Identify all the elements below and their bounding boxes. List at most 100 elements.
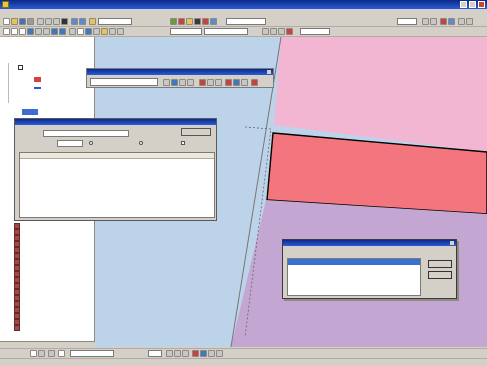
pan-icon[interactable]	[458, 18, 465, 25]
new-icon[interactable]	[3, 18, 10, 25]
select-features-icon[interactable]	[69, 28, 76, 35]
georef-layer-combo[interactable]	[90, 78, 158, 86]
full-extent-icon[interactable]	[27, 28, 34, 35]
find-checkbox[interactable]	[181, 141, 185, 145]
rotate-tool-icon[interactable]	[179, 79, 186, 86]
delete-link-icon[interactable]	[225, 79, 232, 86]
line-color-icon[interactable]	[208, 350, 215, 357]
editor-combo[interactable]	[226, 18, 266, 25]
layer-combo[interactable]	[170, 28, 202, 35]
scale-tool-icon[interactable]	[187, 79, 194, 86]
editor-icon[interactable]	[170, 18, 177, 25]
command-icon[interactable]	[194, 18, 201, 25]
georef-pan-icon[interactable]	[171, 79, 178, 86]
measure-tool-icon[interactable]	[109, 28, 116, 35]
add-control-points-icon[interactable]	[199, 79, 206, 86]
layer-checkbox-icon[interactable]	[18, 65, 23, 70]
minimize-button[interactable]	[460, 1, 467, 8]
cut-icon[interactable]	[37, 18, 44, 25]
delete-icon[interactable]	[61, 18, 68, 25]
find-icon[interactable]	[93, 28, 100, 35]
fit-to-display-icon[interactable]	[163, 79, 170, 86]
print-icon[interactable]	[27, 18, 34, 25]
arctoolbox-icon[interactable]	[178, 18, 185, 25]
select-list[interactable]	[287, 258, 421, 296]
font-combo[interactable]	[70, 350, 114, 357]
cancel-button[interactable]	[428, 271, 452, 279]
small-combo-2[interactable]	[300, 28, 330, 35]
maximize-button[interactable]	[469, 1, 476, 8]
vertex-icon[interactable]	[278, 28, 285, 35]
find-now-button[interactable]	[181, 128, 211, 136]
target-combo[interactable]	[204, 28, 248, 35]
pan-hand-icon[interactable]	[19, 28, 26, 35]
add-data-icon[interactable]	[89, 18, 96, 25]
font-size-combo[interactable]	[148, 350, 162, 357]
identify-icon[interactable]	[85, 28, 92, 35]
view-link-table-icon[interactable]	[207, 79, 214, 86]
find-in-combo[interactable]	[57, 140, 83, 147]
zoom-out-icon[interactable]	[11, 28, 18, 35]
open-icon[interactable]	[11, 18, 18, 25]
zoom-in-icon[interactable]	[3, 28, 10, 35]
scale-combo[interactable]	[98, 18, 132, 25]
undo-icon[interactable]	[71, 18, 78, 25]
rotate-element-icon[interactable]	[38, 350, 45, 357]
forward-icon[interactable]	[59, 28, 66, 35]
paste-icon[interactable]	[53, 18, 60, 25]
zoom-to-link-icon[interactable]	[233, 79, 240, 86]
select-dialog-titlebar[interactable]	[283, 240, 456, 246]
hyperlink-icon[interactable]	[101, 28, 108, 35]
attributes-icon[interactable]	[270, 28, 277, 35]
select-link-icon[interactable]	[215, 79, 222, 86]
feature-symbol-icon	[34, 77, 41, 82]
toolbox-item[interactable]	[14, 325, 94, 331]
list-item[interactable]	[288, 265, 420, 271]
text-tool-icon[interactable]	[58, 350, 65, 357]
help-icon[interactable]	[210, 18, 217, 25]
bold-icon[interactable]	[166, 350, 173, 357]
results-header	[20, 153, 214, 159]
time-slider-icon[interactable]	[117, 28, 124, 35]
find-radio[interactable]	[139, 141, 143, 145]
standard-toolbar	[0, 17, 487, 27]
select-elements-icon[interactable]	[77, 28, 84, 35]
georef-toolbar-titlebar[interactable]	[87, 69, 273, 75]
fill-color-icon[interactable]	[200, 350, 207, 357]
sketch-icon[interactable]	[262, 28, 269, 35]
flip-icon[interactable]	[422, 18, 429, 25]
find-dialog-titlebar[interactable]	[15, 119, 216, 125]
model-icon[interactable]	[202, 18, 209, 25]
copy-icon[interactable]	[45, 18, 52, 25]
marker-color-icon[interactable]	[216, 350, 223, 357]
back-icon[interactable]	[51, 28, 58, 35]
ok-button[interactable]	[428, 260, 452, 268]
georef-link-icon[interactable]	[448, 18, 455, 25]
rotate-icon[interactable]	[430, 18, 437, 25]
layer-selected-highlight[interactable]	[22, 109, 38, 115]
georef-add-icon[interactable]	[440, 18, 447, 25]
close-icon[interactable]	[267, 70, 271, 74]
measure-icon[interactable]	[466, 18, 473, 25]
redo-icon[interactable]	[79, 18, 86, 25]
line-symbol-icon	[34, 87, 41, 89]
georef-options-icon[interactable]	[251, 79, 258, 86]
select-elements-tool-icon[interactable]	[30, 350, 37, 357]
fixed-zoom-in-icon[interactable]	[35, 28, 42, 35]
find-radio[interactable]	[89, 141, 93, 145]
font-color-icon[interactable]	[192, 350, 199, 357]
toolbox-icon	[14, 325, 20, 331]
save-icon[interactable]	[19, 18, 26, 25]
fixed-zoom-out-icon[interactable]	[43, 28, 50, 35]
table-row[interactable]	[20, 160, 214, 166]
small-combo[interactable]	[397, 18, 417, 25]
snap-icon[interactable]	[286, 28, 293, 35]
find-input[interactable]	[43, 130, 129, 137]
underline-icon[interactable]	[182, 350, 189, 357]
rectangle-tool-icon[interactable]	[48, 350, 55, 357]
georef-more-icon[interactable]	[241, 79, 248, 86]
close-button[interactable]	[478, 1, 485, 8]
italic-icon[interactable]	[174, 350, 181, 357]
catalog-icon[interactable]	[186, 18, 193, 25]
close-icon[interactable]	[450, 241, 454, 245]
